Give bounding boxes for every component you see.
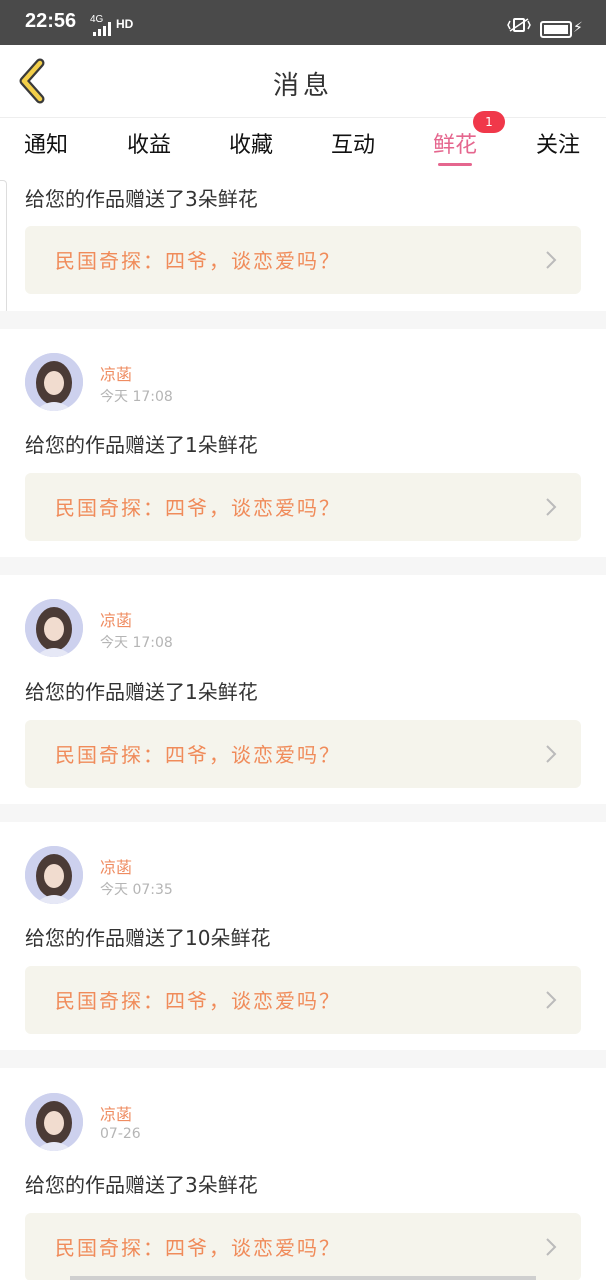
avatar[interactable] [25,1093,83,1151]
work-title: 民国奇探：四爷，谈恋爱吗？ [55,743,341,767]
chevron-right-icon [546,498,557,516]
work-title: 民国奇探：四爷，谈恋爱吗？ [55,496,341,520]
work-card[interactable]: 民国奇探：四爷，谈恋爱吗？ [25,473,581,541]
message-text: 给您的作品赠送了1朵鲜花 [25,680,258,704]
avatar-image [25,846,83,904]
page-title: 消息 [272,71,333,101]
status-bar: 22:56 4G HD ⚡ [0,0,606,45]
tab-flowers[interactable]: 鲜花 [433,127,477,159]
divider [0,1050,606,1068]
tab-interactions[interactable]: 互动 [331,127,375,159]
status-time: 22:56 [25,10,77,32]
user-name[interactable]: 凉菡 [100,854,132,878]
tab-notifications[interactable]: 通知 [24,127,68,159]
scroll-handle[interactable] [0,180,7,314]
chevron-right-icon [546,745,557,763]
work-card[interactable]: 民国奇探：四爷，谈恋爱吗？ [25,966,581,1034]
avatar[interactable] [25,599,83,657]
tab-favorites[interactable]: 收藏 [229,127,273,159]
avatar-image [25,599,83,657]
work-title: 民国奇探：四爷，谈恋爱吗？ [55,989,341,1013]
bottom-edge-strip [70,1276,536,1280]
tab-flowers-badge: 1 [473,111,505,133]
work-card[interactable]: 民国奇探：四爷，谈恋爱吗？ [25,1213,581,1280]
avatar[interactable] [25,846,83,904]
divider [0,557,606,575]
avatar-image [25,1093,83,1151]
avatar-image [25,353,83,411]
chevron-right-icon [546,251,557,269]
work-title: 民国奇探：四爷，谈恋爱吗？ [55,249,341,273]
charging-icon: ⚡ [573,20,583,36]
divider [0,311,606,329]
vibrate-icon [507,18,531,32]
chevron-right-icon [546,991,557,1009]
message-text: 给您的作品赠送了3朵鲜花 [25,187,258,211]
divider [0,804,606,822]
timestamp: 今天 07:35 [100,882,173,898]
work-title: 民国奇探：四爷，谈恋爱吗？ [55,1236,341,1260]
timestamp: 今天 17:08 [100,389,173,405]
battery-icon [540,21,572,38]
tab-bar: 通知 收益 收藏 互动 鲜花 关注 [0,119,606,171]
user-name[interactable]: 凉菡 [100,361,132,385]
message-text: 给您的作品赠送了10朵鲜花 [25,926,271,950]
hd-indicator: HD [116,17,134,31]
message-text: 给您的作品赠送了1朵鲜花 [25,433,258,457]
tab-earnings[interactable]: 收益 [127,127,171,159]
timestamp: 今天 17:08 [100,635,173,651]
message-text: 给您的作品赠送了3朵鲜花 [25,1173,258,1197]
signal-icon [93,22,111,36]
user-name[interactable]: 凉菡 [100,1101,132,1125]
header: 消息 [0,45,606,118]
work-card[interactable]: 民国奇探：四爷，谈恋爱吗？ [25,720,581,788]
active-tab-indicator [438,163,472,166]
timestamp: 07-26 [100,1126,141,1142]
user-name[interactable]: 凉菡 [100,607,132,631]
avatar[interactable] [25,353,83,411]
chevron-right-icon [546,1238,557,1256]
work-card[interactable]: 民国奇探：四爷，谈恋爱吗？ [25,226,581,294]
tab-follows[interactable]: 关注 [536,127,580,159]
